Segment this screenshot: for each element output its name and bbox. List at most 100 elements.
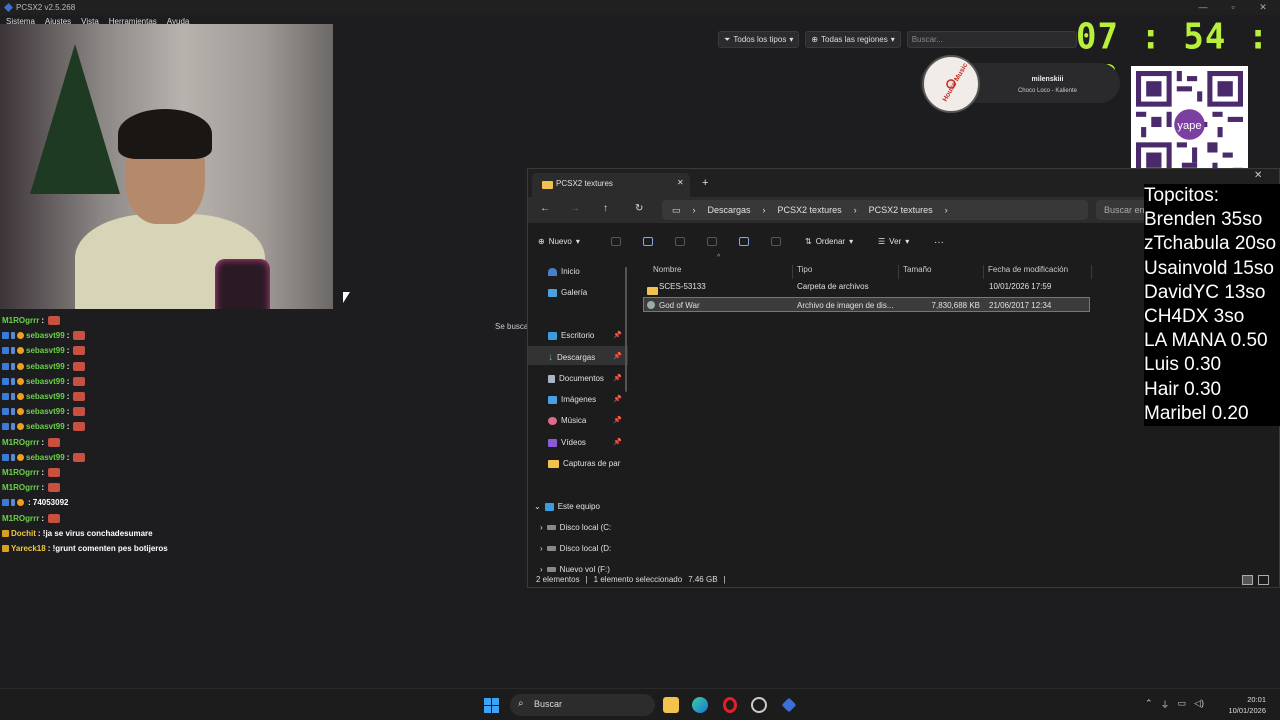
share-icon[interactable] (739, 237, 749, 246)
maximize-icon[interactable]: ▫ (1218, 0, 1248, 15)
forward-arrow-icon[interactable]: → (570, 203, 580, 214)
close-tab-icon[interactable]: ✕ (677, 178, 684, 187)
badge-icon (11, 453, 15, 461)
chevron-right-icon: › (944, 205, 948, 215)
breadcrumb-pcsx2-textures-current[interactable]: PCSX2 textures (869, 205, 933, 215)
tiles-view-icon[interactable] (1258, 575, 1269, 585)
overlay-close-icon[interactable]: ✕ (1254, 170, 1262, 181)
column-header-size[interactable]: Tamaño (899, 265, 984, 279)
chat-username[interactable]: sebasvt99 (26, 331, 65, 340)
badge-icon (11, 332, 15, 340)
file-explorer-icon[interactable] (663, 697, 679, 713)
taskbar-search[interactable]: ⌕ Buscar (510, 694, 655, 716)
sort-asc-icon: ^ (717, 254, 721, 261)
chat-username[interactable]: M1ROgrrr (2, 438, 39, 447)
up-arrow-icon[interactable]: ↑ (603, 203, 608, 214)
delete-icon[interactable] (771, 237, 781, 246)
sidebar-item-disk-c[interactable]: › Disco local (C: (540, 523, 611, 532)
windows-start-icon[interactable] (484, 698, 499, 713)
column-header-type[interactable]: Tipo (793, 265, 899, 279)
chat-username[interactable]: M1ROgrrr (2, 514, 39, 523)
emote-icon (73, 331, 86, 341)
view-button[interactable]: ☰ Ver ▾ (878, 237, 909, 246)
sidebar-item-images[interactable]: Imágenes (548, 395, 596, 404)
sidebar-item-disk-d[interactable]: › Disco local (D: (540, 544, 611, 553)
column-header-date[interactable]: Fecha de modificación (984, 265, 1092, 279)
sidebar-item-music[interactable]: Música (548, 416, 586, 425)
region-filter-dropdown[interactable]: ⊕ Todas las regiones ▾ (805, 31, 901, 48)
sidebar-item-videos[interactable]: Vídeos (548, 438, 586, 447)
column-header-name[interactable]: Nombre (649, 265, 793, 279)
obs-icon[interactable] (751, 697, 767, 713)
new-button[interactable]: ⊕ Nuevo ▾ (538, 237, 580, 246)
sidebar-item-captures[interactable]: Capturas de par (548, 459, 620, 468)
edge-browser-icon[interactable] (692, 697, 708, 713)
more-options-button[interactable]: ··· (934, 237, 944, 248)
opera-browser-icon[interactable] (723, 697, 737, 713)
pcsx2-logo-icon (4, 3, 13, 12)
cut-icon[interactable] (611, 237, 621, 246)
minimize-icon[interactable]: — (1188, 0, 1218, 15)
new-tab-button[interactable]: + (702, 177, 708, 189)
sidebar-item-downloads[interactable]: ↓ Descargas (548, 352, 595, 363)
game-search-input[interactable]: Buscar... (906, 31, 1077, 48)
top-donor-entry: DavidYC 13so (1144, 281, 1266, 303)
explorer-tab[interactable]: PCSX2 textures ✕ (532, 173, 690, 197)
download-icon: ↓ (548, 352, 553, 363)
back-arrow-icon[interactable]: ← (540, 203, 550, 214)
chevron-up-icon[interactable]: ⌃ (1145, 698, 1153, 711)
chat-username[interactable]: Dochit (11, 529, 36, 538)
chat-username[interactable]: sebasvt99 (26, 346, 65, 355)
volume-icon[interactable]: ◁) (1194, 698, 1204, 711)
chat-username[interactable]: sebasvt99 (26, 422, 65, 431)
chat-username[interactable]: M1ROgrrr (2, 316, 39, 325)
app-title: PCSX2 v2.5.268 (16, 3, 76, 12)
type-filter-dropdown[interactable]: ⏷ Todos los tipos ▾ (718, 31, 800, 48)
video-icon (548, 438, 557, 447)
chat-username[interactable]: sebasvt99 (26, 377, 65, 386)
drive-icon (546, 546, 556, 551)
chat-username[interactable]: M1ROgrrr (2, 483, 39, 492)
sidebar-item-gallery[interactable]: Galería (548, 288, 587, 297)
chat-username[interactable]: Yareck18 (11, 544, 46, 553)
status-selected: 1 elemento seleccionado (593, 575, 683, 584)
badge-icon (2, 453, 9, 461)
music-icon (548, 416, 557, 425)
breadcrumb-descargas[interactable]: Descargas (708, 205, 751, 215)
sidebar-item-desktop[interactable]: Escritorio (548, 331, 594, 340)
file-row[interactable]: SCES-53133 Carpeta de archivos 10/01/202… (643, 279, 1090, 295)
chevron-right-icon: › (540, 544, 543, 553)
sidebar-item-home[interactable]: Inicio (548, 267, 580, 276)
taskbar-clock[interactable]: 20:01 10/01/2026 (1220, 694, 1266, 716)
pin-icon: 📌 (613, 353, 622, 360)
taskbar-date: 10/01/2026 (1228, 706, 1266, 715)
chat-username[interactable]: sebasvt99 (26, 392, 65, 401)
chat-username[interactable]: sebasvt99 (26, 407, 65, 416)
refresh-icon[interactable]: ↻ (635, 203, 643, 214)
badge-icon (17, 408, 24, 416)
breadcrumb-pcsx2-textures[interactable]: PCSX2 textures (778, 205, 842, 215)
sidebar-item-documents[interactable]: Documentos (548, 374, 604, 383)
sidebar-item-this-pc[interactable]: ⌄ Este equipo (534, 502, 600, 511)
chat-username[interactable]: M1ROgrrr (2, 468, 39, 477)
copy-icon[interactable] (643, 237, 653, 246)
rename-icon[interactable] (707, 237, 717, 246)
microphone-icon[interactable]: ⏚ (1161, 698, 1170, 711)
badge-icon (17, 347, 24, 355)
pcsx2-taskbar-icon[interactable] (781, 697, 797, 713)
close-icon[interactable]: ✕ (1248, 0, 1278, 15)
sort-button[interactable]: ⇅ Ordenar ▾ (805, 237, 853, 246)
file-date: 21/06/2017 12:34 (989, 301, 1052, 310)
sidebar-scrollbar[interactable] (625, 267, 627, 392)
sidebar-item-new-vol[interactable]: › Nuevo vol (F:) (540, 565, 610, 574)
drive-icon (546, 567, 556, 572)
paste-icon[interactable] (675, 237, 685, 246)
details-view-icon[interactable] (1242, 575, 1253, 585)
chevron-down-icon: ▾ (890, 35, 895, 44)
badge-icon (2, 499, 9, 507)
address-bar[interactable]: ▭ › Descargas › PCSX2 textures › PCSX2 t… (662, 200, 1088, 220)
network-icon[interactable]: ▭ (1178, 698, 1187, 711)
chat-username[interactable]: sebasvt99 (26, 362, 65, 371)
chat-username[interactable]: sebasvt99 (26, 453, 65, 462)
file-row-selected[interactable]: God of War Archivo de imagen de dis... 7… (643, 297, 1090, 312)
